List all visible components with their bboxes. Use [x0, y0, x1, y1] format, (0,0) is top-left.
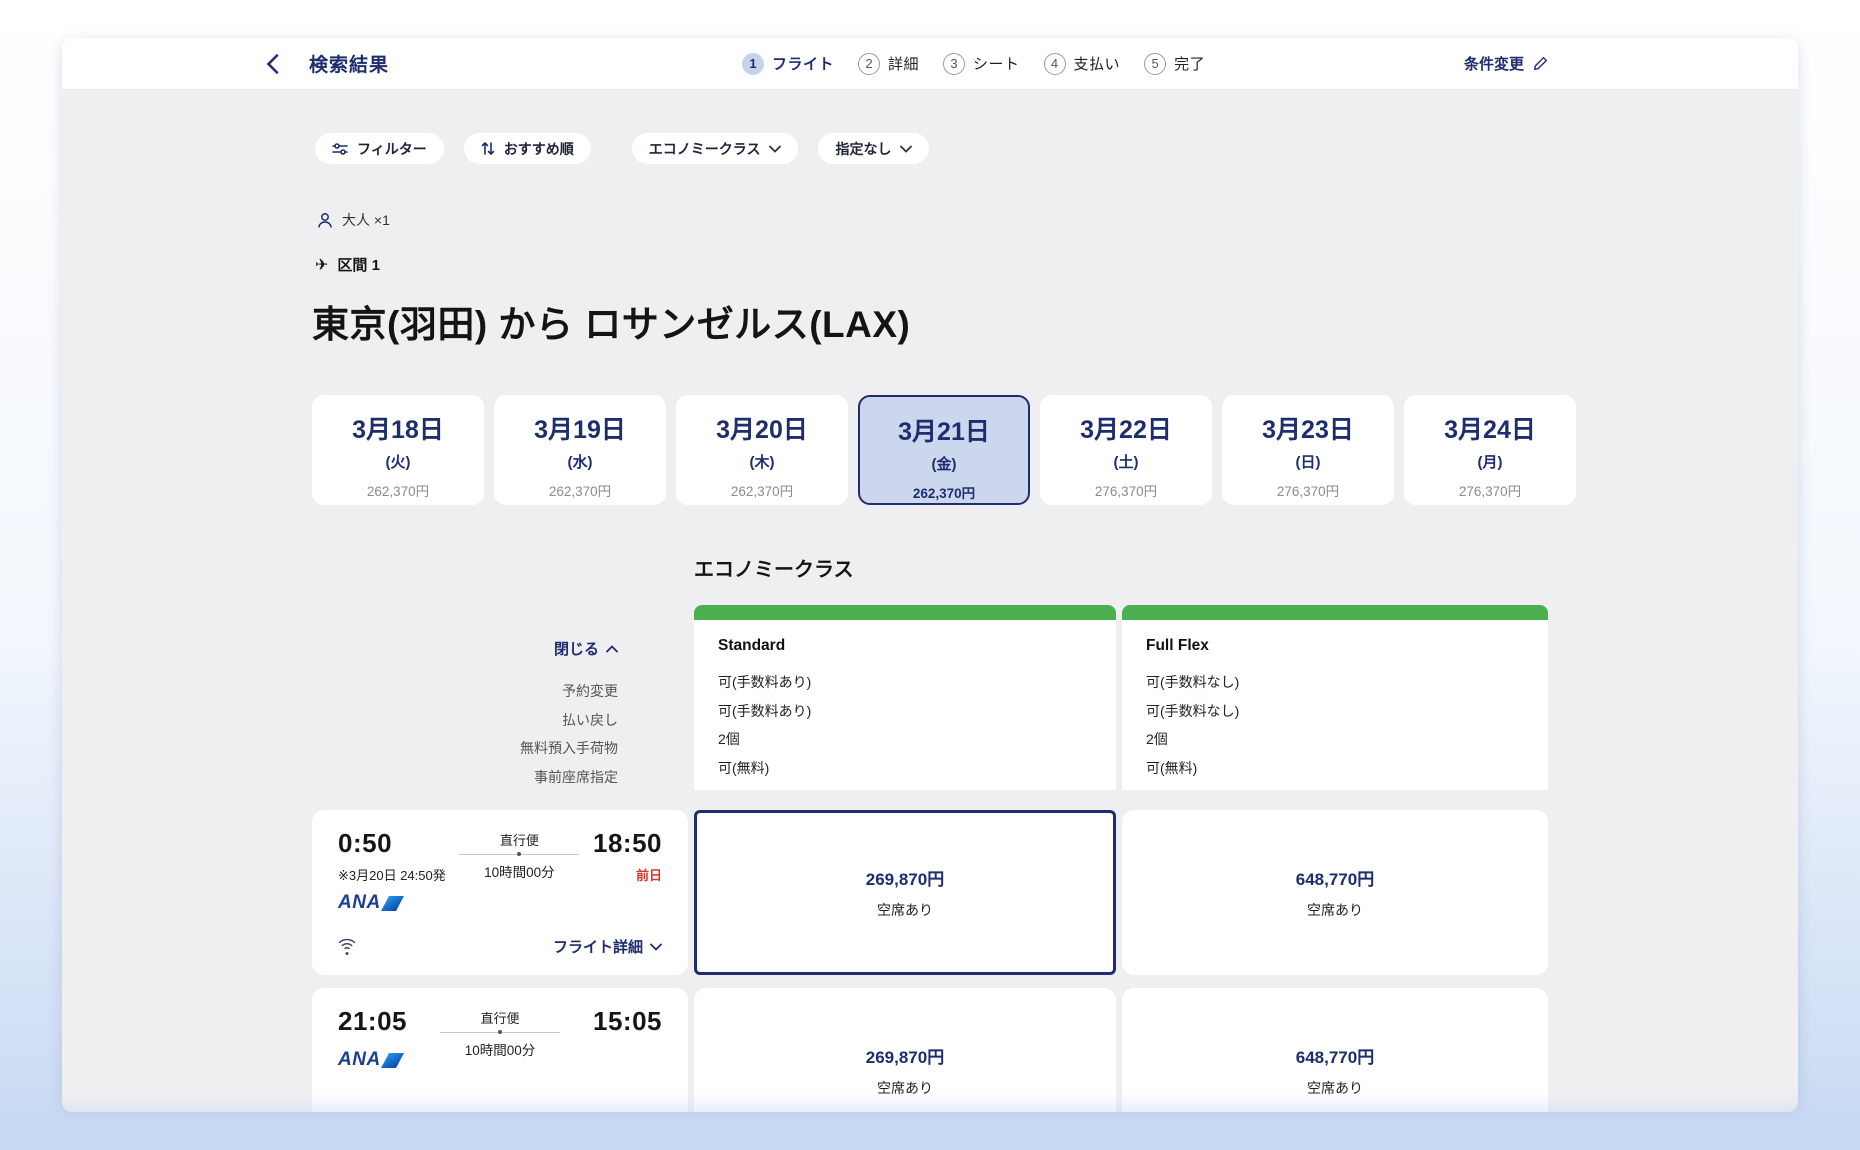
fare-column-fullflex: Full Flex 可(手数料なし) 可(手数料なし) 2個 可(無料): [1122, 605, 1548, 791]
wifi-icon: [338, 938, 356, 955]
ana-slash-icon: [381, 896, 404, 911]
passenger-info: 大人 ×1: [317, 210, 390, 230]
route-line: [440, 1032, 560, 1033]
sort-button[interactable]: おすすめ順: [464, 133, 591, 164]
arrival-block: 18:50 前日: [593, 828, 662, 914]
flight-duration-block: 直行便 10時間00分: [440, 1006, 560, 1071]
fare-cell-standard[interactable]: 269,870円 空席あり: [694, 988, 1116, 1112]
flight-duration-block: 直行便 10時間00分: [459, 828, 579, 914]
route-line: [459, 854, 579, 855]
step-seat: 3 シート: [943, 53, 1020, 75]
date-tab[interactable]: 3月20日 (木) 262,370円: [676, 395, 848, 505]
fare-cell-fullflex[interactable]: 648,770円 空席あり: [1122, 810, 1548, 975]
pencil-icon: [1533, 56, 1548, 71]
flight-info-card: 21:05 ANA 直行便 10時間00分 15:05: [312, 988, 688, 1112]
previous-day-badge: 前日: [593, 865, 662, 884]
fare-row-labels: 閉じる 予約変更 払い戻し 無料預入手荷物 事前座席指定: [312, 605, 688, 791]
departure-block: 0:50 ※3月20日 24:50発 ANA: [338, 828, 446, 914]
arrival-block: 15:05: [593, 1006, 662, 1071]
departure-time: 21:05: [338, 1006, 407, 1037]
close-fare-table-link[interactable]: 閉じる: [554, 638, 618, 659]
chevron-down-icon: [769, 145, 781, 153]
date-tab[interactable]: 3月22日 (土) 276,370円: [1040, 395, 1212, 505]
arrival-time: 15:05: [593, 1006, 662, 1037]
flight-details-link[interactable]: フライト詳細: [553, 936, 662, 957]
airline-logo: ANA: [338, 1049, 407, 1071]
fare-cell-fullflex[interactable]: 648,770円 空席あり: [1122, 988, 1548, 1112]
page-background: 検索結果 1 フライト 2 詳細 3 シート 4 支払い: [0, 0, 1860, 1150]
filter-button[interactable]: フィルター: [315, 133, 444, 164]
page-title: 検索結果: [309, 50, 389, 77]
cabin-class-dropdown[interactable]: エコノミークラス: [632, 133, 799, 164]
date-selector: 3月18日 (火) 262,370円 3月19日 (水) 262,370円 3月…: [312, 395, 1576, 505]
fare-column-title: Full Flex: [1146, 637, 1548, 655]
departure-note: ※3月20日 24:50発: [338, 865, 446, 884]
flight-result-row: 21:05 ANA 直行便 10時間00分 15:05: [312, 988, 1548, 1112]
fare-row-label: 払い戻し: [312, 706, 618, 735]
progress-steps: 1 フライト 2 詳細 3 シート 4 支払い 5 完了: [742, 38, 1205, 89]
route-title: 東京(羽田) から ロサンゼルス(LAX): [312, 294, 910, 348]
flight-result-row: 0:50 ※3月20日 24:50発 ANA 直行便 10時間00分: [312, 810, 1548, 975]
date-tab[interactable]: 3月18日 (火) 262,370円: [312, 395, 484, 505]
step-complete: 5 完了: [1144, 53, 1205, 75]
filter-toolbar: フィルター おすすめ順 エコノミークラス: [315, 133, 929, 164]
date-tab[interactable]: 3月19日 (水) 262,370円: [494, 395, 666, 505]
page-header: 検索結果 1 フライト 2 詳細 3 シート 4 支払い: [62, 38, 1798, 90]
fare-column-accent-bar: [1122, 605, 1548, 620]
person-icon: [317, 212, 333, 229]
step-details: 2 詳細: [858, 53, 919, 75]
seat-spec-dropdown[interactable]: 指定なし: [818, 133, 929, 164]
step-payment: 4 支払い: [1044, 53, 1121, 75]
content-area: フィルター おすすめ順 エコノミークラス: [62, 90, 1798, 1112]
chevron-up-icon: [606, 645, 618, 653]
airplane-icon: ✈: [315, 255, 328, 275]
chevron-down-icon: [900, 145, 912, 153]
segment-label: ✈ 区間 1: [315, 254, 380, 275]
chevron-down-icon: [650, 943, 662, 951]
departure-block: 21:05 ANA: [338, 1006, 407, 1071]
fare-column-title: Standard: [718, 637, 1116, 655]
fare-column-standard: Standard 可(手数料あり) 可(手数料あり) 2個 可(無料): [694, 605, 1116, 791]
fare-cell-standard-selected[interactable]: 269,870円 空席あり: [694, 810, 1116, 975]
back-button[interactable]: [266, 54, 279, 74]
step-flight: 1 フライト: [742, 53, 834, 75]
fare-comparison-table: 閉じる 予約変更 払い戻し 無料預入手荷物 事前座席指定 Standard 可(…: [312, 605, 1548, 791]
fare-row-label: 無料預入手荷物: [312, 734, 618, 763]
date-tab-selected[interactable]: 3月21日 (金) 262,370円: [858, 395, 1030, 505]
fare-row-label: 予約変更: [312, 677, 618, 706]
fare-class-heading: エコノミークラス: [694, 553, 854, 582]
date-tab[interactable]: 3月24日 (月) 276,370円: [1404, 395, 1576, 505]
main-card: 検索結果 1 フライト 2 詳細 3 シート 4 支払い: [62, 38, 1798, 1112]
flight-info-card: 0:50 ※3月20日 24:50発 ANA 直行便 10時間00分: [312, 810, 688, 975]
departure-time: 0:50: [338, 828, 446, 859]
fare-column-accent-bar: [694, 605, 1116, 620]
sort-arrows-icon: [481, 141, 495, 156]
date-tab[interactable]: 3月23日 (日) 276,370円: [1222, 395, 1394, 505]
filter-sliders-icon: [332, 142, 348, 156]
change-conditions-button[interactable]: 条件変更: [1464, 53, 1548, 74]
fare-row-label: 事前座席指定: [312, 763, 618, 792]
arrival-time: 18:50: [593, 828, 662, 859]
airline-logo: ANA: [338, 892, 446, 914]
ana-slash-icon: [381, 1053, 404, 1068]
